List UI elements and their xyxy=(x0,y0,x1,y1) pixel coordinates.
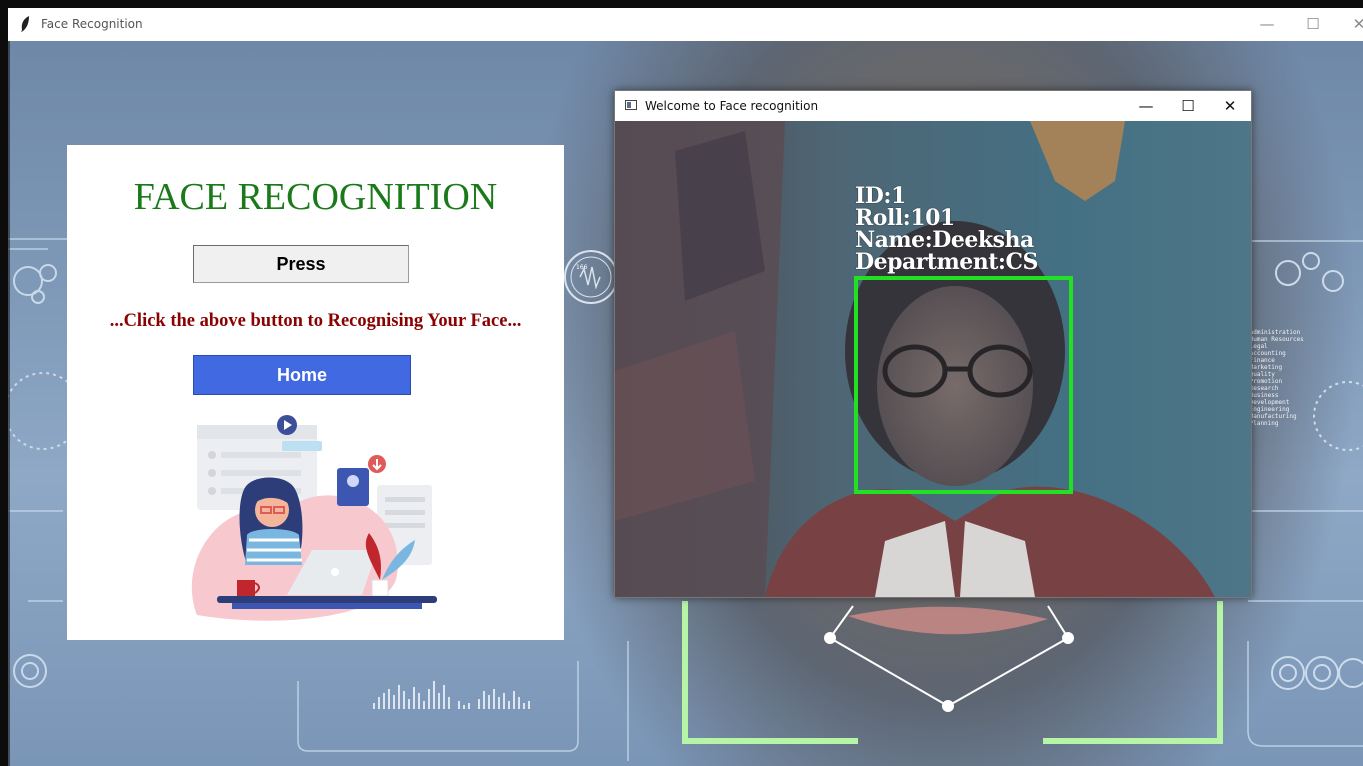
home-button[interactable]: Home xyxy=(193,355,411,395)
camera-close-button[interactable]: ✕ xyxy=(1209,91,1251,121)
person-at-laptop-illustration xyxy=(191,415,437,621)
svg-text:/Accounting: /Accounting xyxy=(1246,350,1286,357)
overlay-name: Name:Deeksha xyxy=(855,227,1034,253)
face-detection-box xyxy=(854,276,1073,494)
window-app-icon xyxy=(625,100,637,110)
camera-titlebar[interactable]: Welcome to Face recognition — ☐ ✕ xyxy=(615,91,1251,121)
svg-text:/Development: /Development xyxy=(1246,399,1290,406)
main-titlebar[interactable]: Face Recognition — ☐ ✕ xyxy=(8,8,1363,41)
overlay-roll: Roll:101 xyxy=(855,205,955,231)
camera-maximize-button[interactable]: ☐ xyxy=(1167,91,1209,121)
camera-window: Welcome to Face recognition — ☐ ✕ ID:1 R… xyxy=(614,90,1252,598)
svg-text:/Manufacturing: /Manufacturing xyxy=(1246,413,1297,420)
maximize-button[interactable]: ☐ xyxy=(1290,8,1336,41)
app-heading: FACE RECOGNITION xyxy=(133,176,498,218)
minimize-button[interactable]: — xyxy=(1244,8,1290,41)
overlay-department: Department:CS xyxy=(855,249,1038,275)
camera-feed: ID:1 Roll:101 Name:Deeksha Department:CS xyxy=(615,121,1251,597)
press-button[interactable]: Press xyxy=(193,245,409,283)
camera-window-title: Welcome to Face recognition xyxy=(645,99,819,113)
camera-minimize-button[interactable]: — xyxy=(1125,91,1167,121)
overlay-id: ID:1 xyxy=(855,183,906,209)
feather-icon xyxy=(21,16,29,32)
main-window: Face Recognition — ☐ ✕ /Administration /… xyxy=(8,8,1363,766)
svg-text:166: 166 xyxy=(576,264,588,271)
recognition-panel: FACE RECOGNITION Press ...Click the abov… xyxy=(67,145,564,640)
close-button[interactable]: ✕ xyxy=(1336,8,1363,41)
window-title: Face Recognition xyxy=(41,17,143,31)
svg-text:/Engineering: /Engineering xyxy=(1246,406,1290,413)
instruction-text: ...Click the above button to Recognising… xyxy=(109,311,522,331)
svg-text:/Administration: /Administration xyxy=(1246,329,1301,336)
svg-text:/Human Resources: /Human Resources xyxy=(1246,336,1304,343)
